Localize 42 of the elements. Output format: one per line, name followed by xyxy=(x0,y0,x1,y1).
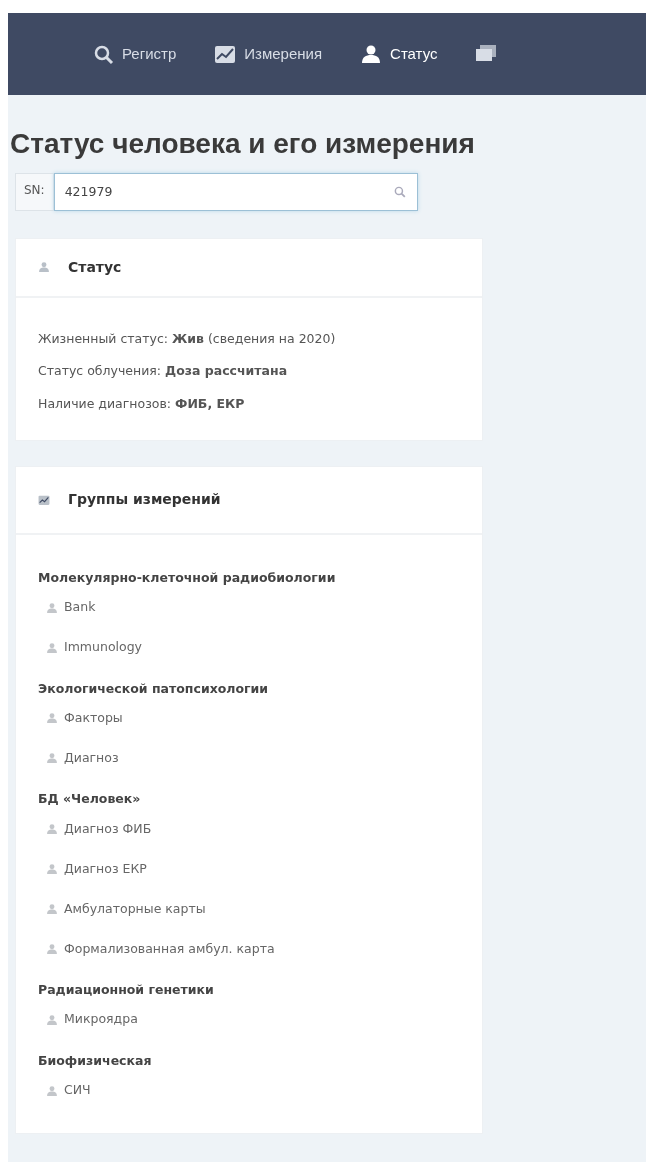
group-item[interactable]: Амбулаторные карты xyxy=(38,889,214,930)
nav-tab[interactable]: Статус xyxy=(358,38,440,70)
group-item[interactable]: Диагноз ЕКР xyxy=(38,849,155,890)
search-icon xyxy=(92,43,114,65)
search-icon xyxy=(393,184,406,198)
person-icon xyxy=(46,903,58,916)
group-item[interactable]: Диагноз ФИБ xyxy=(38,809,160,850)
group-item[interactable]: Диагноз xyxy=(38,738,127,779)
nav-tab[interactable]: Регистр xyxy=(90,38,179,70)
card-title: Группы измерений xyxy=(68,490,221,510)
status-line: Статус облучения: Доза рассчитана xyxy=(38,362,289,381)
chart-icon xyxy=(214,43,237,65)
page-title: Статус человека и его измерения xyxy=(10,127,476,161)
search-field[interactable]: 421979 xyxy=(53,172,418,211)
chart-icon xyxy=(38,493,50,506)
person-icon xyxy=(46,1084,58,1097)
group-item[interactable]: Формализованная амбул. карта xyxy=(38,929,283,970)
person-icon xyxy=(46,823,58,836)
person-icon xyxy=(46,863,58,876)
group-item[interactable]: Микроядра xyxy=(38,999,146,1040)
group-heading: Экологической патопсихологии xyxy=(38,679,270,698)
group-heading: Биофизическая xyxy=(38,1051,153,1070)
group-heading: Радиационной генетики xyxy=(38,981,215,1000)
group-item[interactable]: Факторы xyxy=(38,698,131,739)
person-icon xyxy=(46,752,58,765)
group-heading: БД «Человек» xyxy=(38,790,142,809)
group-item[interactable]: Immunology xyxy=(38,627,150,668)
person-icon xyxy=(46,1013,58,1026)
group-heading: Молекулярно-клеточной радиобиологии xyxy=(38,568,337,587)
group-item[interactable]: СИЧ xyxy=(38,1070,99,1111)
status-line: Жизненный статус: Жив (сведения на 2020) xyxy=(38,329,337,348)
person-icon xyxy=(38,261,50,274)
field-label: SN: xyxy=(15,172,54,211)
person-icon xyxy=(46,641,58,654)
group-item[interactable]: Bank xyxy=(38,587,104,628)
person-icon xyxy=(46,943,58,956)
person-icon xyxy=(360,43,383,65)
status-line: Наличие диагнозов: ФИБ, ЕКР xyxy=(38,395,246,414)
card-title: Статус xyxy=(68,257,122,277)
person-icon xyxy=(46,601,58,614)
nav-tab[interactable]: Измерения xyxy=(212,38,325,70)
person-icon xyxy=(46,712,58,725)
